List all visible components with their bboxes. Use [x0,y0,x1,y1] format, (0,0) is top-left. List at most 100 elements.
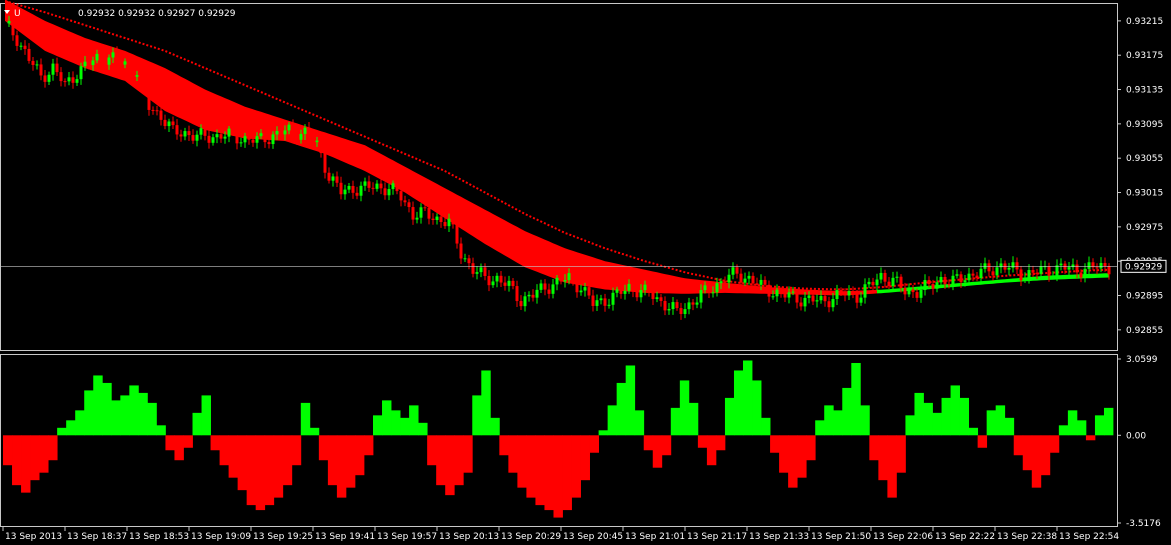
candle-body [675,302,679,309]
oscillator-bar [887,435,897,498]
candle-body [843,293,847,296]
candle-body [883,272,887,282]
candle-body [971,273,975,276]
candle-body [115,52,119,60]
candle-body [415,217,419,220]
candle-body [367,181,371,188]
oscillator-bar [634,410,645,436]
price-series-layer [1,0,1117,320]
oscillator-bar [733,370,744,436]
oscillator-bar [93,375,103,436]
candle-body [219,134,223,139]
oscillator-tick-label: -3.5176 [1126,519,1161,529]
candle-body [163,119,167,127]
time-tick-label: 13 Sep 19:09 [191,532,251,542]
candle-body [851,291,855,294]
candle-body [119,59,123,65]
candle-body [451,218,455,225]
candle-body [187,131,191,136]
candle-body [327,172,331,181]
oscillator-bar [824,405,834,436]
candle-body [839,290,843,294]
oscillator-bar [427,435,437,466]
candle-body [547,289,551,294]
candle-body [239,142,243,144]
oscillator-bar [201,395,211,436]
oscillator-bar [183,435,193,448]
price-tick-label: 0.93135 [1126,86,1163,96]
candle-body [643,284,647,291]
candle-body [283,130,287,135]
oscillator-bar [499,435,509,456]
time-tick-label: 13 Sep 20:13 [439,532,499,542]
oscillator-bar [1067,410,1078,436]
candle-body [103,58,107,65]
candle-body [343,189,347,195]
oscillator-bar [418,422,428,436]
oscillator-bar [950,385,960,436]
candle-body [875,279,879,286]
candle-body [1047,266,1051,276]
oscillator-bar [129,385,139,436]
candle-body [423,207,427,209]
symbol-name: U [14,9,21,19]
candle-body [383,188,387,196]
candle-body [915,292,919,298]
oscillator-bars-layer [3,360,1114,518]
candle-body [943,276,947,285]
candle-body [471,263,475,274]
oscillator-bar [923,402,933,436]
oscillator-bar [896,435,906,473]
oscillator-bar [382,400,392,436]
candle-body [767,284,771,297]
price-axis: 0.93215 0.93175 0.93135 0.93095 0.93055 0.930… [1117,17,1167,336]
candle-body [55,63,59,73]
oscillator-bar [977,435,988,448]
oscillator-bar [300,402,311,436]
candle-body [763,279,767,285]
oscillator-bar [291,435,302,466]
candle-body [139,75,143,77]
candle-body [967,273,971,281]
oscillator-bar [373,415,383,436]
candle-body [79,66,83,80]
candle-body [787,292,791,298]
chart-canvas[interactable]: 0.93215 0.93175 0.93135 0.93095 0.93055 0.930… [0,0,1171,545]
candle-body [743,278,747,283]
candle-body [1015,262,1019,270]
price-tick-label: 0.93055 [1126,154,1163,164]
candle-body [259,133,263,137]
candle-body [503,282,507,286]
candle-body [987,263,991,272]
candle-body [371,187,375,189]
candle-body [827,301,831,308]
candle-body [583,287,587,291]
candle-body [999,263,1003,268]
candle-body [563,280,567,282]
candle-body [1083,268,1087,278]
candle-body [95,53,99,61]
oscillator-bar [481,370,491,436]
candle-body [927,280,931,285]
oscillator-bar [607,405,618,436]
candle-body [107,57,111,65]
oscillator-bar [688,402,699,436]
candle-body [1035,272,1039,274]
candle-body [375,183,379,189]
candle-body [403,200,407,203]
oscillator-bar [761,417,771,436]
candle-body [347,185,351,190]
candle-body [299,133,303,140]
candle-body [995,267,999,276]
candle-body [307,127,311,137]
oscillator-bar [165,435,175,451]
candle-body [435,216,439,221]
candle-body [691,302,695,305]
oscillator-bar [400,417,410,436]
candle-body [275,131,279,135]
price-panel[interactable] [0,3,1118,351]
candle-body [191,135,195,141]
time-tick-label: 13 Sep 20:29 [501,532,561,542]
oscillator-bar [914,392,924,436]
candle-body [455,224,459,244]
